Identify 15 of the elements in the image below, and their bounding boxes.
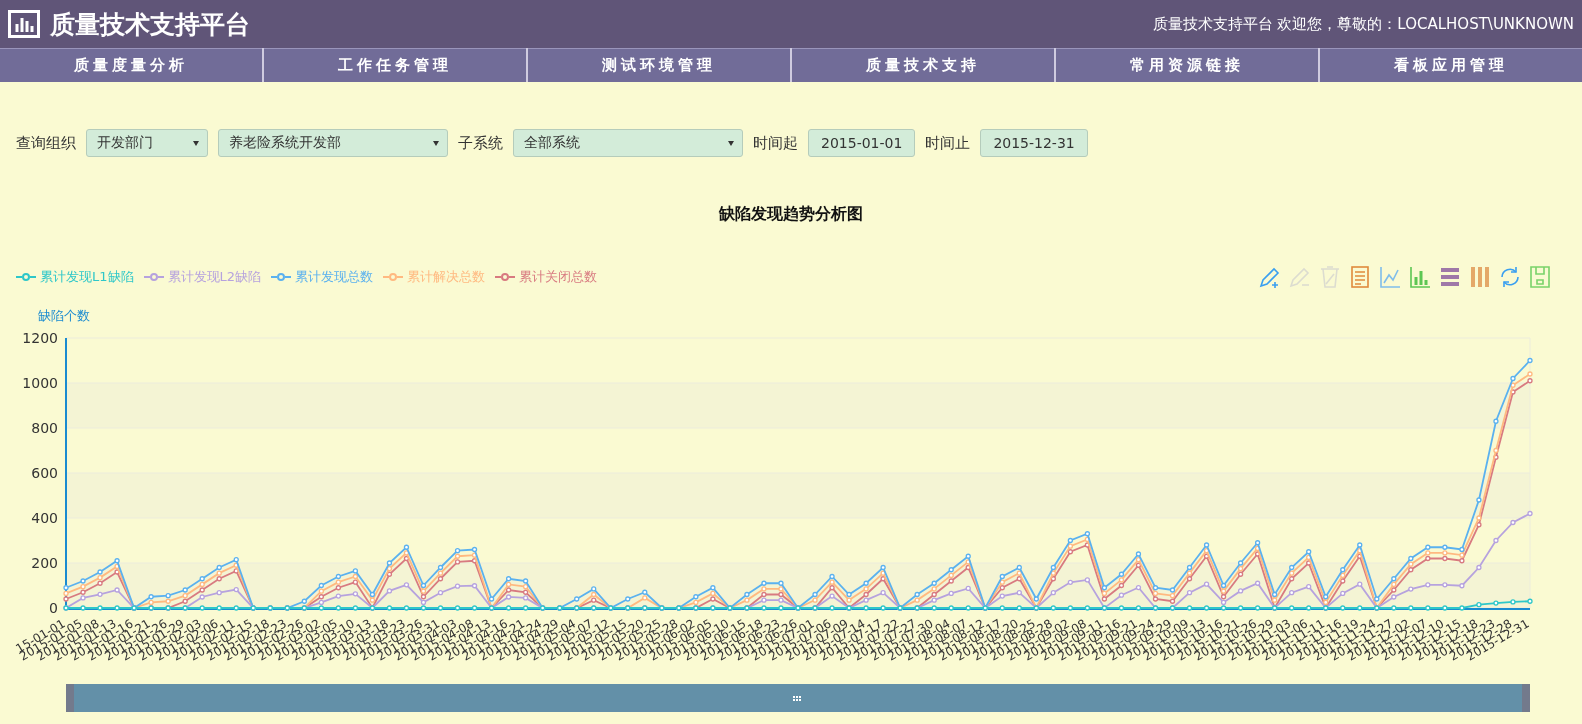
filter-label: 时间起	[753, 133, 798, 153]
y-tick-label: 600	[31, 465, 58, 481]
welcome-text: 质量技术支持平台 欢迎您，尊敬的：LOCALHOST\UNKNOWN	[1152, 14, 1574, 34]
y-tick-label: 400	[31, 510, 58, 526]
filter-label: 子系统	[458, 133, 503, 153]
y-tick-label: 1200	[22, 330, 58, 346]
y-tick-label: 0	[49, 600, 58, 616]
y-tick-label: 200	[31, 555, 58, 571]
y-tick-label: 800	[31, 420, 58, 436]
y-axis-title: 缺陷个数	[38, 308, 90, 323]
filter-label: 时间止	[925, 133, 971, 153]
app-title: 质量技术支持平台	[50, 8, 250, 41]
filter-label: 查询组织	[16, 133, 76, 153]
chart-title: 缺陷发现趋势分析图	[718, 204, 864, 225]
y-tick-label: 1000	[22, 375, 58, 391]
